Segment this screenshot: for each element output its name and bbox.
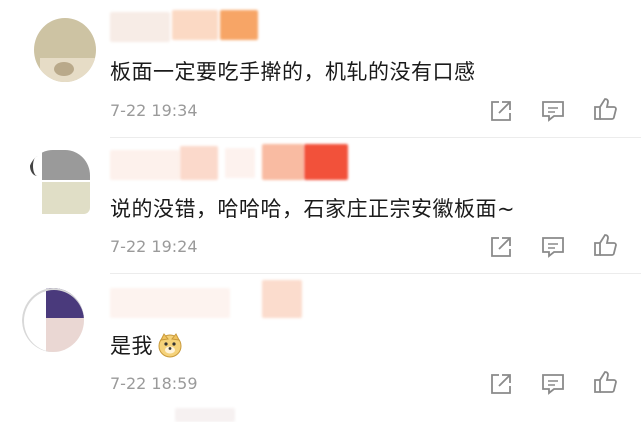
username-blurred[interactable] <box>110 150 180 180</box>
next-comment-blurred <box>175 408 235 422</box>
comment-icon[interactable] <box>540 371 566 397</box>
username-blurred <box>262 144 304 180</box>
comment-timestamp: 7-22 19:24 <box>110 237 198 256</box>
comment-timestamp: 7-22 18:59 <box>110 374 198 393</box>
dog-face-icon <box>157 332 183 358</box>
share-icon[interactable] <box>488 98 514 124</box>
comment-text: 板面一定要吃手擀的，机轧的没有口感 <box>110 60 476 84</box>
username-blurred <box>220 10 258 40</box>
username-blurred[interactable] <box>110 12 170 42</box>
like-icon[interactable] <box>592 96 618 122</box>
username-blurred <box>262 280 302 318</box>
share-icon[interactable] <box>488 371 514 397</box>
username-blurred <box>180 146 218 180</box>
share-icon[interactable] <box>488 234 514 260</box>
like-icon[interactable] <box>592 232 618 258</box>
comment-icon[interactable] <box>540 98 566 124</box>
comment-text-content: 是我 <box>110 334 153 358</box>
like-icon[interactable] <box>592 369 618 395</box>
divider <box>110 273 641 274</box>
comment-text: 说的没错，哈哈哈，石家庄正宗安徽板面~ <box>110 197 516 221</box>
avatar[interactable] <box>22 288 84 352</box>
divider <box>110 137 641 138</box>
avatar[interactable] <box>28 150 90 214</box>
username-blurred <box>304 144 348 180</box>
comment-text: 是我 <box>110 330 183 360</box>
username-blurred <box>225 148 255 178</box>
comment-icon[interactable] <box>540 234 566 260</box>
comment-timestamp: 7-22 19:34 <box>110 101 198 120</box>
username-blurred[interactable] <box>110 288 230 318</box>
avatar[interactable] <box>34 18 96 82</box>
username-blurred <box>172 10 218 40</box>
